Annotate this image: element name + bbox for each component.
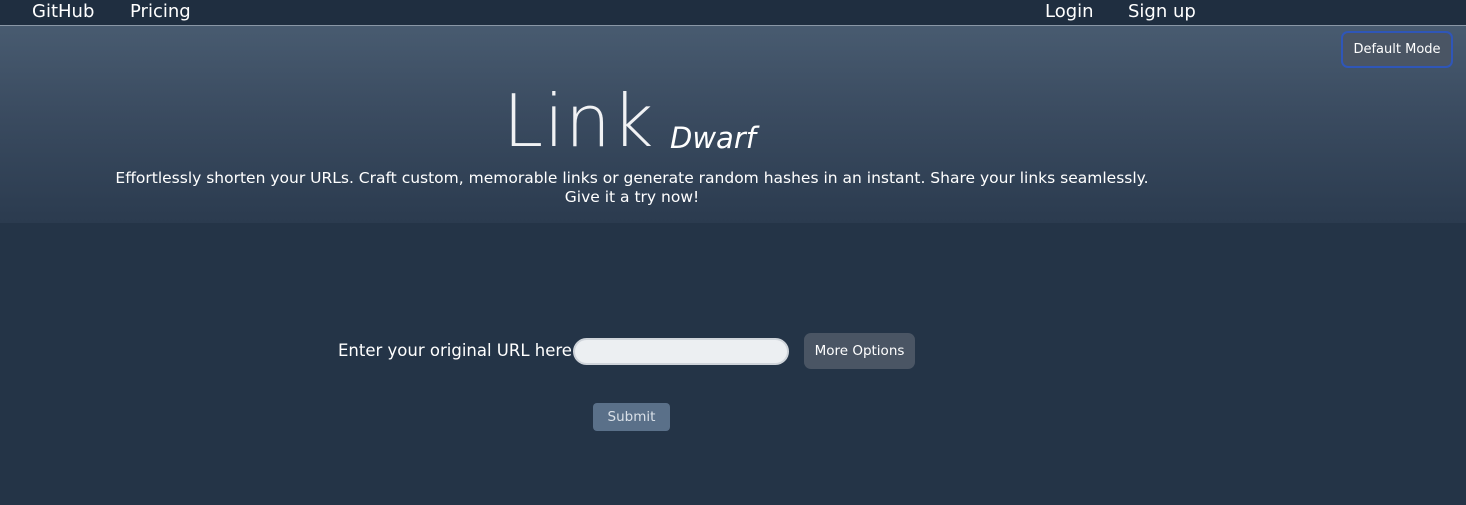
more-options-button[interactable]: More Options [804, 333, 915, 369]
page-root: GitHub Pricing Login Sign up Default Mod… [0, 0, 1466, 505]
nav-link-pricing[interactable]: Pricing [130, 1, 191, 23]
logo-text-dwarf: Dwarf [670, 121, 756, 155]
default-mode-button[interactable]: Default Mode [1341, 31, 1453, 68]
hero-tagline: Effortlessly shorten your URLs. Craft cu… [80, 169, 1184, 207]
tagline-line-2: Give it a try now! [564, 188, 700, 206]
nav-link-login[interactable]: Login [1045, 1, 1094, 23]
top-navigation-bar: GitHub Pricing Login Sign up [0, 0, 1466, 26]
tagline-line-1: Effortlessly shorten your URLs. Craft cu… [115, 169, 1149, 187]
logo-text-link: Link [503, 79, 655, 163]
url-input[interactable] [573, 338, 789, 365]
submit-button[interactable]: Submit [593, 403, 670, 431]
url-input-label: Enter your original URL here: [338, 341, 578, 360]
nav-link-github[interactable]: GitHub [32, 1, 94, 23]
nav-link-sign-up[interactable]: Sign up [1128, 1, 1196, 23]
